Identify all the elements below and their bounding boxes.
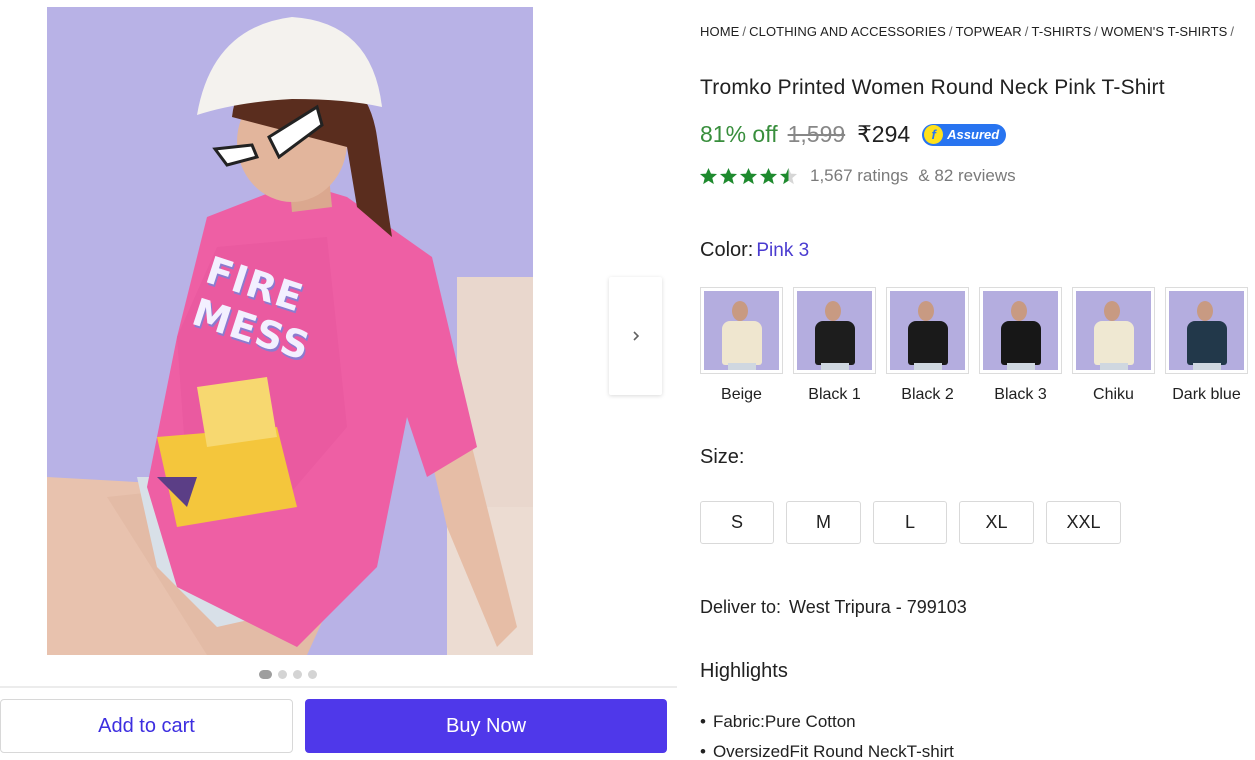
rating-row[interactable]: 1,567 ratings & 82 reviews xyxy=(699,166,1016,186)
color-swatch-image xyxy=(700,287,783,374)
color-swatch-label: Chiku xyxy=(1093,386,1134,403)
highlights-title: Highlights xyxy=(700,660,788,682)
size-option-button[interactable]: L xyxy=(873,501,947,544)
delivery-location[interactable]: West Tripura - 799103 xyxy=(789,597,967,617)
ratings-count[interactable]: 1,567 ratings xyxy=(810,166,908,186)
assured-logo-icon: f xyxy=(924,125,944,144)
highlight-item: Fabric:Pure Cotton xyxy=(700,707,954,737)
breadcrumb-home[interactable]: HOME xyxy=(700,24,739,39)
color-swatch-label: Beige xyxy=(721,386,762,403)
product-image[interactable]: FIRE MESS xyxy=(47,7,533,655)
color-swatch[interactable]: Chiku xyxy=(1072,287,1155,404)
gallery-dot[interactable] xyxy=(278,670,287,679)
product-title: Tromko Printed Women Round Neck Pink T-S… xyxy=(700,76,1165,99)
delivery-info[interactable]: Deliver to: West Tripura - 799103 xyxy=(700,597,967,618)
color-swatch[interactable]: Black 1 xyxy=(793,287,876,404)
gallery-next-button[interactable] xyxy=(609,277,662,395)
star-icon xyxy=(759,167,778,184)
star-icon xyxy=(719,167,738,184)
add-to-cart-button[interactable]: Add to cart xyxy=(0,699,293,753)
color-swatch-label: Black 1 xyxy=(808,386,861,403)
gallery-dot[interactable] xyxy=(308,670,317,679)
color-swatch[interactable]: Dark blue xyxy=(1165,287,1248,404)
original-price: 1,599 xyxy=(787,121,846,147)
color-swatch[interactable]: Black 3 xyxy=(979,287,1062,404)
assured-badge: f Assured xyxy=(922,123,1007,146)
star-icon xyxy=(739,167,758,184)
color-swatch-label: Black 2 xyxy=(901,386,954,403)
deliver-label: Deliver to: xyxy=(700,597,782,617)
star-rating xyxy=(699,167,798,186)
highlight-item: OversizedFit Round NeckT-shirt xyxy=(700,737,954,760)
color-swatch-image xyxy=(886,287,969,374)
breadcrumb: HOME / CLOTHING AND ACCESSORIES / TOPWEAR / T-… xyxy=(700,24,1235,39)
size-label: Size: xyxy=(700,446,745,468)
size-option-button[interactable]: XXL xyxy=(1046,501,1121,544)
color-swatch[interactable]: Black 2 xyxy=(886,287,969,404)
star-icon xyxy=(779,167,798,184)
size-options: S M L XL XXL xyxy=(700,501,1121,544)
color-swatch-image xyxy=(1072,287,1155,374)
size-option-button[interactable]: XL xyxy=(959,501,1034,544)
color-swatches: Beige Black 1 Black 2 Black 3 Chiku Dark blue xyxy=(700,287,1248,404)
buy-now-button[interactable]: Buy Now xyxy=(305,699,667,753)
discount-percent: 81% off xyxy=(700,121,778,147)
breadcrumb-topwear[interactable]: TOPWEAR xyxy=(956,24,1022,39)
color-swatch-image xyxy=(793,287,876,374)
color-swatch-image xyxy=(1165,287,1248,374)
chevron-right-icon xyxy=(632,331,639,341)
color-swatch-label: Dark blue xyxy=(1172,386,1241,403)
breadcrumb-tshirts[interactable]: T-SHIRTS xyxy=(1032,24,1092,39)
assured-label: Assured xyxy=(947,127,1000,142)
color-swatch[interactable]: Beige xyxy=(700,287,783,404)
divider xyxy=(0,686,677,688)
color-swatch-label: Black 3 xyxy=(994,386,1047,403)
color-label: Color: xyxy=(700,239,754,261)
star-icon xyxy=(699,167,718,184)
reviews-count[interactable]: & 82 reviews xyxy=(918,166,1015,186)
breadcrumb-clothing[interactable]: CLOTHING AND ACCESSORIES xyxy=(749,24,946,39)
size-option-button[interactable]: M xyxy=(786,501,861,544)
gallery-dot[interactable] xyxy=(293,670,302,679)
color-swatch-image xyxy=(979,287,1062,374)
highlights-list: Fabric:Pure CottonOversizedFit Round Nec… xyxy=(700,707,954,760)
price-row: 81% off 1,599 ₹294 f Assured xyxy=(700,121,1007,148)
selected-color: Pink 3 xyxy=(756,240,810,261)
gallery-dot-active[interactable] xyxy=(259,670,272,679)
gallery-pagination xyxy=(259,670,317,679)
breadcrumb-womens-tshirts[interactable]: WOMEN'S T-SHIRTS xyxy=(1101,24,1227,39)
color-section-label: Color: Pink 3 xyxy=(700,239,809,262)
size-option-button[interactable]: S xyxy=(700,501,774,544)
selling-price: ₹294 xyxy=(857,121,911,147)
